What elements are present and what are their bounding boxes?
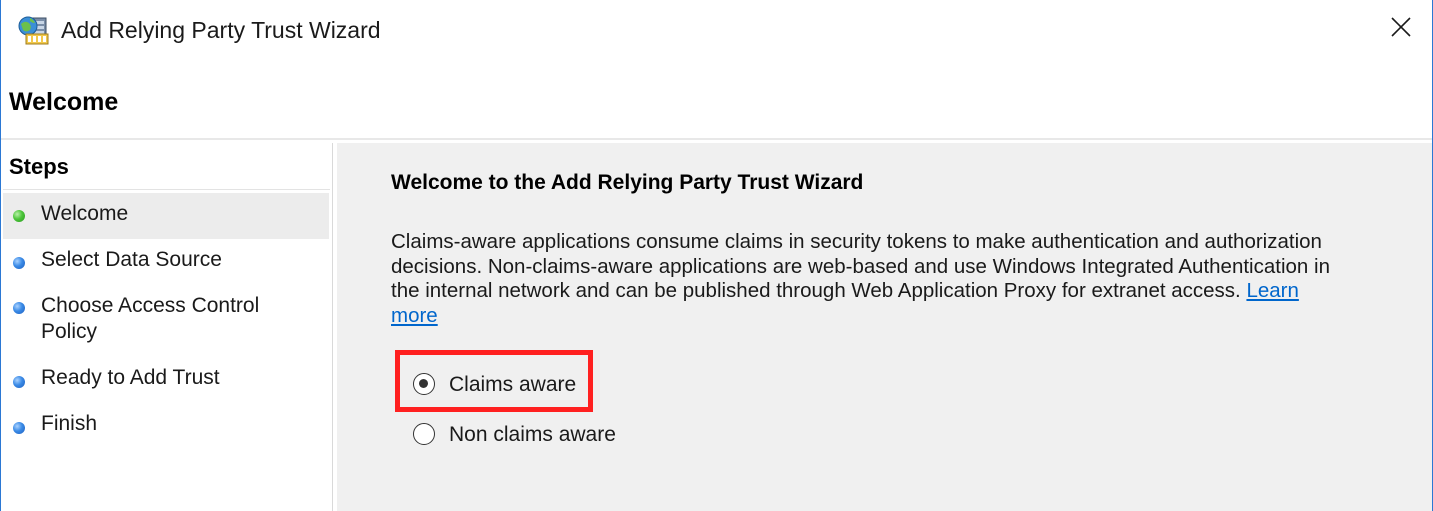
step-choose-access-control-policy[interactable]: Choose Access Control Policy — [3, 287, 329, 357]
radio-unselected-icon — [413, 423, 435, 445]
blue-dot-icon — [13, 302, 25, 314]
step-label: Finish — [41, 412, 98, 435]
blue-dot-icon — [13, 257, 25, 269]
steps-title: Steps — [9, 154, 69, 179]
window-title: Add Relying Party Trust Wizard — [61, 17, 381, 43]
radio-non-claims-aware[interactable]: Non claims aware — [413, 421, 633, 449]
content-description: Claims-aware applications consume claims… — [391, 230, 1351, 328]
title-bar[interactable]: Add Relying Party Trust Wizard — [1, 0, 1432, 62]
description-text: Claims-aware applications consume claims… — [391, 230, 1330, 302]
step-label: Select Data Source — [41, 248, 222, 271]
blue-dot-icon — [13, 422, 25, 434]
step-label: Welcome — [41, 202, 129, 225]
content-panel: Welcome to the Add Relying Party Trust W… — [337, 143, 1432, 511]
radio-label: Non claims aware — [449, 423, 616, 446]
radio-selected-icon — [413, 373, 435, 395]
close-button[interactable] — [1370, 0, 1432, 58]
steps-divider — [3, 189, 330, 190]
radio-claims-aware[interactable]: Claims aware — [413, 371, 583, 399]
close-icon — [1390, 16, 1412, 43]
step-welcome[interactable]: Welcome — [3, 193, 329, 239]
radio-label: Claims aware — [449, 373, 577, 396]
page-title: Welcome — [9, 88, 119, 116]
server-globe-icon — [18, 14, 52, 46]
green-dot-icon — [13, 210, 25, 222]
steps-panel: Steps Welcome Select Data Source Choose … — [1, 143, 333, 511]
step-select-data-source[interactable]: Select Data Source — [3, 241, 329, 285]
page-header: Welcome — [1, 62, 1432, 138]
header-divider — [1, 138, 1432, 140]
blue-dot-icon — [13, 376, 25, 388]
content-heading: Welcome to the Add Relying Party Trust W… — [391, 171, 864, 194]
step-finish[interactable]: Finish — [3, 405, 329, 449]
step-label: Ready to Add Trust — [41, 366, 220, 389]
wizard-window: Add Relying Party Trust Wizard Welcome S… — [0, 0, 1433, 511]
step-ready-to-add-trust[interactable]: Ready to Add Trust — [3, 359, 329, 403]
step-label: Choose Access Control Policy — [41, 294, 260, 343]
